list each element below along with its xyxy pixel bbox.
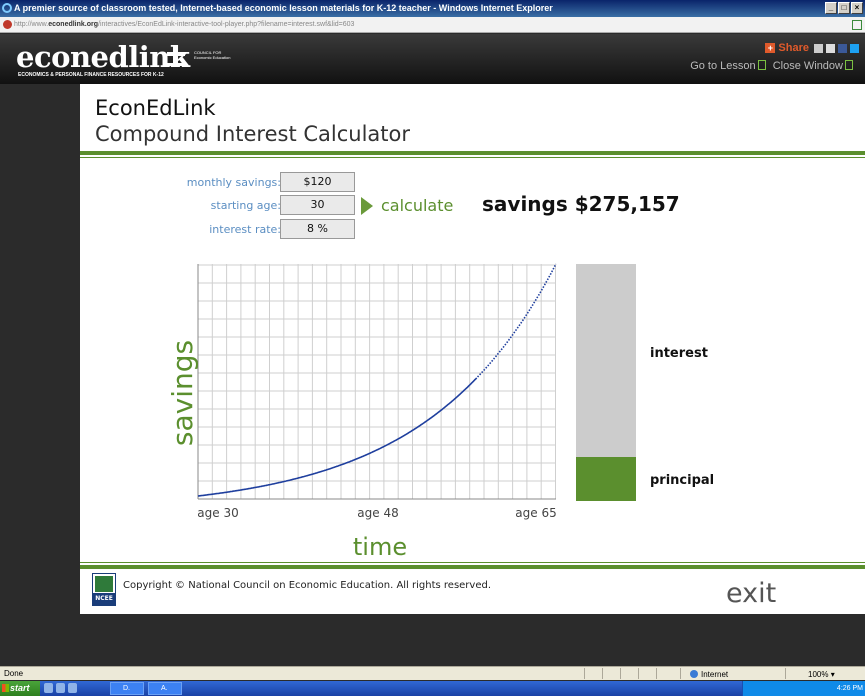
header-links: Go to Lesson Close Window (690, 60, 857, 72)
app-title: EconEdLink (95, 96, 216, 120)
site-header: econedlink COUNCIL FOR Economic Educatio… (0, 34, 865, 84)
share-button[interactable]: + Share (765, 42, 809, 54)
app-subtitle: Compound Interest Calculator (95, 122, 411, 146)
windows-logo-icon (2, 684, 9, 692)
monthly-savings-input[interactable]: $120 (280, 172, 355, 192)
x-tick-label: age 48 (357, 506, 398, 520)
share-plus-icon: + (765, 43, 776, 53)
close-button[interactable]: × (851, 2, 863, 14)
taskbar-task[interactable]: D. (110, 682, 144, 695)
ie-logo-icon (2, 3, 12, 13)
y-axis-label: savings (166, 340, 199, 446)
interest-rate-label: interest rate: (209, 223, 281, 236)
start-label: start (10, 683, 30, 693)
x-axis-label: time (353, 533, 407, 561)
facebook-icon[interactable] (838, 44, 847, 53)
logo-mark-icon (167, 52, 185, 66)
status-segment (620, 668, 621, 679)
savings-line (197, 377, 478, 497)
window-controls: _ □ × (825, 2, 863, 14)
site-tagline: ECONOMICS & PERSONAL FINANCE RESOURCES F… (18, 72, 164, 78)
system-tray: 4:26 PM (742, 681, 865, 696)
taskbar-task[interactable]: A. (148, 682, 182, 695)
chart-curve (197, 263, 557, 497)
monthly-savings-label: monthly savings: (186, 176, 281, 189)
chart-ticks: age 30 age 48 age 65 (197, 506, 556, 520)
clock: 4:26 PM (836, 685, 863, 692)
print-icon[interactable] (814, 44, 823, 53)
principal-bar (576, 457, 636, 501)
quick-launch-icon[interactable] (44, 683, 53, 693)
zone-label: Internet (701, 670, 729, 679)
status-segment (785, 668, 786, 679)
page-icon (3, 20, 12, 29)
url-domain: econedlink.org (48, 21, 99, 28)
maximize-button[interactable]: □ (838, 2, 850, 14)
taskbar: start D. A. 4:26 PM (0, 681, 865, 696)
calculate-label: calculate (381, 196, 454, 215)
window-title: A premier source of classroom tested, In… (14, 3, 553, 13)
council-text: COUNCIL FOR Economic Education (194, 50, 231, 60)
start-button[interactable]: start (0, 681, 40, 696)
status-segment (680, 668, 681, 679)
email-icon[interactable] (826, 44, 835, 53)
quick-launch (44, 683, 77, 693)
social-icons (814, 44, 859, 53)
status-segment (602, 668, 603, 679)
minimize-button[interactable]: _ (825, 2, 837, 14)
starting-age-label: starting age: (210, 199, 281, 212)
x-tick-label: age 30 (197, 506, 238, 520)
principal-label: principal (650, 473, 715, 488)
calculate-button[interactable]: calculate (361, 196, 453, 215)
status-bar: Done Internet 100% ▾ (0, 666, 865, 680)
interest-label: interest (650, 346, 708, 361)
book-icon (95, 576, 113, 592)
quick-launch-icon[interactable] (56, 683, 65, 693)
close-window-icon (845, 60, 853, 70)
divider (80, 157, 865, 158)
browser-title-bar: A premier source of classroom tested, In… (0, 0, 865, 17)
interest-bar (576, 264, 636, 457)
ncee-logo[interactable]: NCEE (92, 573, 116, 606)
url-path: /interactives/EconEdLink-interactive-too… (98, 21, 355, 28)
savings-result: savings $275,157 (482, 192, 680, 216)
starting-age-input[interactable]: 30 (280, 195, 355, 215)
zoom-value: 100% (808, 670, 829, 679)
calculator-panel: EconEdLink Compound Interest Calculator … (80, 84, 865, 614)
twitter-icon[interactable] (850, 44, 859, 53)
close-window-link[interactable]: Close Window (773, 60, 843, 72)
security-zone: Internet (690, 668, 728, 681)
ncee-text: NCEE (93, 593, 115, 605)
play-arrow-icon (361, 196, 373, 215)
status-segment (584, 668, 585, 679)
status-segment (638, 668, 639, 679)
go-to-lesson-link[interactable]: Go to Lesson (690, 60, 755, 72)
zoom-level[interactable]: 100% ▾ (808, 668, 835, 681)
document-icon (757, 60, 766, 70)
copyright-text: Copyright © National Council on Economic… (123, 580, 492, 591)
status-text: Done (4, 669, 24, 678)
x-tick-label: age 65 (515, 506, 556, 520)
chart-grid (197, 264, 556, 500)
quick-launch-icon[interactable] (68, 683, 77, 693)
divider (80, 151, 865, 155)
url-prefix: http://www. (14, 21, 49, 28)
exit-button[interactable]: exit (726, 578, 776, 609)
globe-icon (690, 670, 698, 678)
divider (80, 562, 865, 563)
savings-chart: age 30 age 48 age 65 savings time (166, 263, 557, 561)
status-segment (656, 668, 657, 679)
savings-line-projected (477, 263, 557, 378)
share-label: Share (778, 42, 809, 54)
econedlink-logo[interactable]: econedlink (16, 40, 190, 74)
interest-rate-input[interactable]: 8 % (280, 219, 355, 239)
go-icon[interactable] (852, 20, 862, 30)
divider (80, 565, 865, 569)
address-bar[interactable]: http://www.econedlink.org/interactives/E… (0, 17, 865, 33)
